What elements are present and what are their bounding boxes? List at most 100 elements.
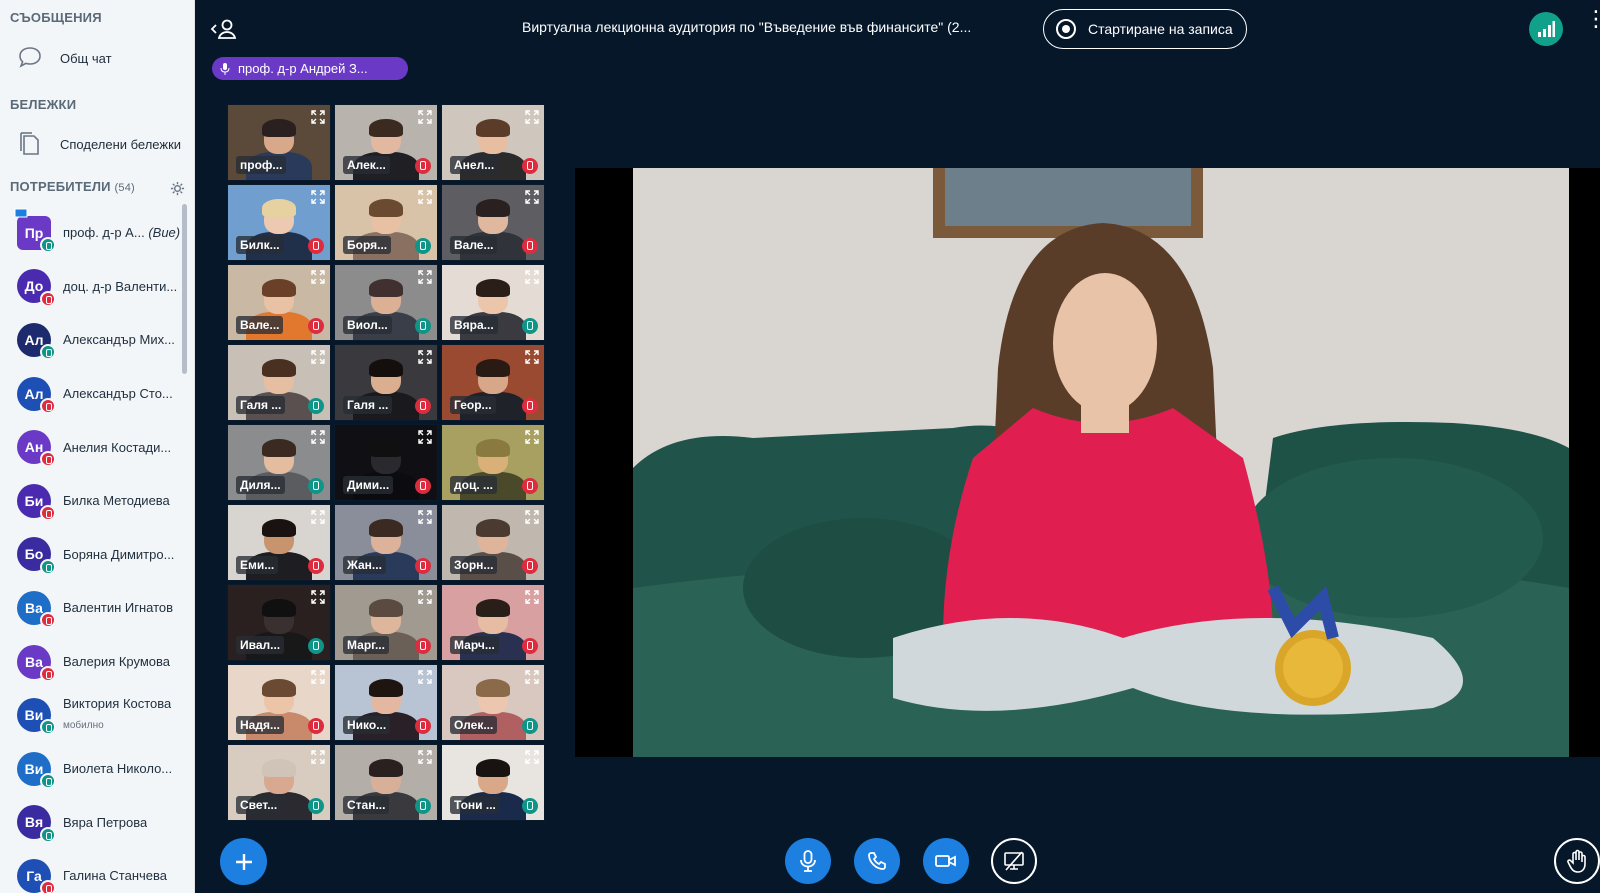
webcam-tile[interactable]: Зорн...	[441, 504, 545, 581]
main-video[interactable]	[575, 168, 1600, 757]
webcam-tile[interactable]: Нико...	[334, 664, 438, 741]
shared-notes-link[interactable]: Споделени бележки	[0, 124, 190, 164]
user-list-item[interactable]: Ви Виолета Николо...	[0, 742, 185, 796]
participant-name[interactable]: Алек...	[343, 156, 390, 174]
users-settings-gear-icon[interactable]	[170, 181, 185, 196]
user-list-item[interactable]: До доц. д-р Валенти...	[0, 260, 185, 314]
connection-status-button[interactable]	[1529, 12, 1563, 46]
fullscreen-icon[interactable]	[311, 110, 325, 124]
fullscreen-icon[interactable]	[418, 270, 432, 284]
user-list-item[interactable]: Ал Александър Мих...	[0, 313, 185, 367]
webcam-tile[interactable]: Диля...	[227, 424, 331, 501]
camera-button[interactable]	[923, 838, 969, 884]
fullscreen-icon[interactable]	[311, 270, 325, 284]
fullscreen-icon[interactable]	[525, 750, 539, 764]
participant-name[interactable]: Тони ...	[450, 796, 500, 814]
fullscreen-icon[interactable]	[311, 750, 325, 764]
webcam-tile[interactable]: Вале...	[227, 264, 331, 341]
participant-name[interactable]: Геор...	[450, 396, 496, 414]
fullscreen-icon[interactable]	[418, 750, 432, 764]
webcam-tile[interactable]: Вале...	[441, 184, 545, 261]
fullscreen-icon[interactable]	[311, 190, 325, 204]
raise-hand-button[interactable]	[1554, 838, 1600, 884]
user-list-item[interactable]: Ва Валентин Игнатов	[0, 581, 185, 635]
webcam-tile[interactable]: Надя...	[227, 664, 331, 741]
user-list-item[interactable]: Би Билка Методиева	[0, 474, 185, 528]
webcam-tile[interactable]: Галя ...	[227, 344, 331, 421]
webcam-tile[interactable]: Свет...	[227, 744, 331, 821]
actions-button[interactable]	[220, 838, 267, 885]
participant-name[interactable]: проф...	[236, 156, 287, 174]
webcam-tile[interactable]: Дими...	[334, 424, 438, 501]
participant-name[interactable]: Стан...	[343, 796, 390, 814]
start-recording-button[interactable]: Стартиране на записа	[1043, 9, 1247, 49]
fullscreen-icon[interactable]	[311, 350, 325, 364]
participant-name[interactable]: Зорн...	[450, 556, 498, 574]
screen-share-button[interactable]	[991, 838, 1037, 884]
webcam-tile[interactable]: Билк...	[227, 184, 331, 261]
fullscreen-icon[interactable]	[418, 510, 432, 524]
participant-name[interactable]: Жан...	[343, 556, 386, 574]
participant-name[interactable]: Нико...	[343, 716, 391, 734]
participant-name[interactable]: Анел...	[450, 156, 499, 174]
participant-name[interactable]: Марг...	[343, 636, 389, 654]
user-list-item[interactable]: Вя Вяра Петрова	[0, 796, 185, 850]
fullscreen-icon[interactable]	[525, 430, 539, 444]
webcam-tile[interactable]: Жан...	[334, 504, 438, 581]
user-list-item[interactable]: Бо Боряна Димитро...	[0, 528, 185, 582]
participant-name[interactable]: Свет...	[236, 796, 282, 814]
fullscreen-icon[interactable]	[418, 110, 432, 124]
participant-name[interactable]: Марч...	[450, 636, 499, 654]
participant-name[interactable]: Галя ...	[236, 396, 286, 414]
fullscreen-icon[interactable]	[418, 590, 432, 604]
toggle-userlist-icon[interactable]	[210, 16, 240, 42]
public-chat-link[interactable]: Общ чат	[0, 38, 190, 78]
fullscreen-icon[interactable]	[311, 430, 325, 444]
microphone-button[interactable]	[785, 838, 831, 884]
webcam-tile[interactable]: Вяра...	[441, 264, 545, 341]
webcam-tile[interactable]: доц. ...	[441, 424, 545, 501]
participant-name[interactable]: Олек...	[450, 716, 498, 734]
fullscreen-icon[interactable]	[525, 110, 539, 124]
user-list-item[interactable]: Га Галина Станчева	[0, 849, 185, 893]
fullscreen-icon[interactable]	[418, 430, 432, 444]
participant-name[interactable]: Вале...	[236, 316, 284, 334]
webcam-tile[interactable]: проф...	[227, 104, 331, 181]
fullscreen-icon[interactable]	[418, 670, 432, 684]
fullscreen-icon[interactable]	[525, 590, 539, 604]
fullscreen-icon[interactable]	[418, 190, 432, 204]
participant-name[interactable]: Диля...	[236, 476, 285, 494]
participant-name[interactable]: Надя...	[236, 716, 284, 734]
fullscreen-icon[interactable]	[311, 670, 325, 684]
webcam-tile[interactable]: Тони ...	[441, 744, 545, 821]
webcam-tile[interactable]: Ивал...	[227, 584, 331, 661]
webcam-tile[interactable]: Марг...	[334, 584, 438, 661]
webcam-tile[interactable]: Алек...	[334, 104, 438, 181]
fullscreen-icon[interactable]	[525, 190, 539, 204]
fullscreen-icon[interactable]	[418, 350, 432, 364]
fullscreen-icon[interactable]	[525, 270, 539, 284]
options-menu-icon[interactable]: ⋮	[1585, 8, 1600, 40]
participant-name[interactable]: Еми...	[236, 556, 279, 574]
webcam-tile[interactable]: Марч...	[441, 584, 545, 661]
webcam-tile[interactable]: Геор...	[441, 344, 545, 421]
participant-name[interactable]: Виол...	[343, 316, 392, 334]
participant-name[interactable]: Билк...	[236, 236, 284, 254]
participant-name[interactable]: Боря...	[343, 236, 392, 254]
webcam-tile[interactable]: Виол...	[334, 264, 438, 341]
audio-phone-button[interactable]	[854, 838, 900, 884]
participant-name[interactable]: Дими...	[343, 476, 394, 494]
webcam-tile[interactable]: Анел...	[441, 104, 545, 181]
participant-name[interactable]: Ивал...	[236, 636, 285, 654]
user-list-item[interactable]: Ал Александър Сто...	[0, 367, 185, 421]
user-list-item[interactable]: Пр проф. д-р А... (Вие)	[0, 206, 185, 260]
webcam-tile[interactable]: Олек...	[441, 664, 545, 741]
participant-name[interactable]: Вале...	[450, 236, 498, 254]
fullscreen-icon[interactable]	[525, 510, 539, 524]
participant-name[interactable]: Вяра...	[450, 316, 498, 334]
user-list-item[interactable]: Ан Анелия Костади...	[0, 420, 185, 474]
participant-name[interactable]: Галя ...	[343, 396, 393, 414]
users-scrollbar[interactable]	[182, 204, 187, 374]
user-list-item[interactable]: Ви Виктория Костова мобилно	[0, 688, 185, 742]
webcam-tile[interactable]: Еми...	[227, 504, 331, 581]
